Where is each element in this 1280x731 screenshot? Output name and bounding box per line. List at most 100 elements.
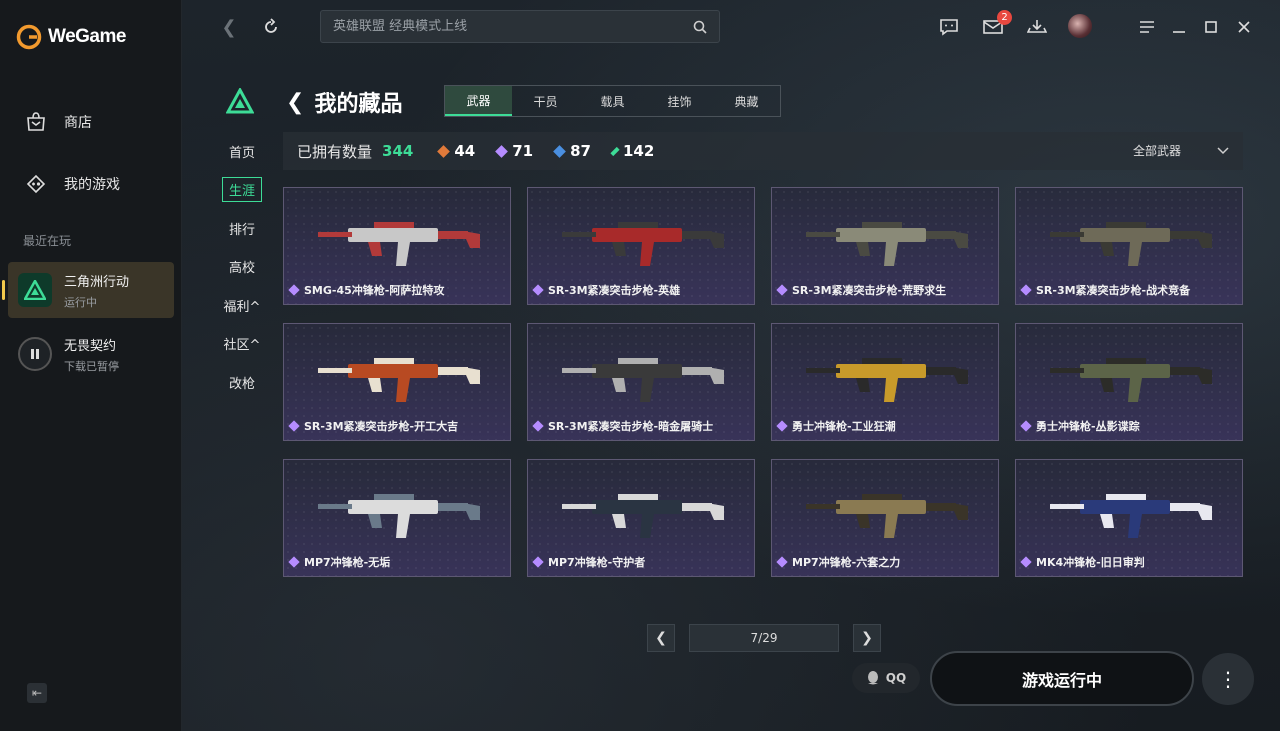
weapon-caption: MK4冲锋枪-旧日审判	[1020, 554, 1145, 570]
search-icon[interactable]	[693, 20, 707, 34]
rarity-green-count: 142	[610, 142, 654, 160]
weapon-card[interactable]: SR-3M紧凑突击步枪-开工大吉	[283, 323, 511, 441]
rarity-gem-icon	[776, 420, 788, 432]
qq-button[interactable]: QQ	[852, 663, 920, 693]
refresh-icon[interactable]	[260, 16, 282, 38]
back-arrow-icon[interactable]: ❮	[218, 16, 240, 38]
weapon-grid: SMG-45冲锋枪-阿萨拉特攻 SR-3M紧凑突击步枪-英雄 SR-3M紧凑突击步枪…	[283, 187, 1243, 577]
shopping-bag-icon	[27, 112, 45, 131]
active-indicator	[2, 280, 5, 300]
page-back-icon[interactable]: ❮	[286, 90, 304, 115]
rarity-gem-icon	[1020, 420, 1032, 432]
tab-operators[interactable]: 干员	[512, 86, 579, 116]
weapon-image	[562, 358, 724, 402]
weapon-card[interactable]: 勇士冲锋枪-工业狂潮	[771, 323, 999, 441]
nav-my-games-label: 我的游戏	[64, 177, 120, 193]
weapon-card[interactable]: MP7冲锋枪-无垢	[283, 459, 511, 577]
tab-collection[interactable]: 典藏	[713, 86, 780, 116]
tab-charms[interactable]: 挂饰	[646, 86, 713, 116]
rarity-gem-icon	[532, 556, 544, 568]
wegame-logo[interactable]: WeGame	[16, 24, 126, 50]
maximize-icon[interactable]	[1200, 16, 1222, 38]
weapon-card[interactable]: SMG-45冲锋枪-阿萨拉特攻	[283, 187, 511, 305]
weapon-name: MP7冲锋枪-守护者	[548, 556, 646, 569]
more-options-icon[interactable]: ⋮	[1202, 653, 1254, 705]
gamepad-icon	[26, 174, 46, 194]
tab-weapons[interactable]: 武器	[445, 86, 512, 116]
weapon-image	[318, 222, 480, 266]
delta-force-logo-icon[interactable]	[226, 88, 254, 114]
recent-title: 最近在玩	[23, 234, 72, 248]
weapon-name: 勇士冲锋枪-丛影谍踪	[1036, 420, 1140, 433]
recent-game-delta-force[interactable]: 三角洲行动 运行中	[8, 262, 174, 318]
rarity-gem-icon	[1020, 284, 1032, 296]
collapse-sidebar-icon[interactable]: ⇤	[27, 683, 47, 703]
subnav-home[interactable]: 首页	[212, 132, 272, 171]
weapon-card[interactable]: MK4冲锋枪-旧日审判	[1015, 459, 1243, 577]
subnav-college[interactable]: 高校	[212, 248, 272, 287]
menu-icon[interactable]	[1136, 16, 1158, 38]
subnav-ranking[interactable]: 排行	[212, 209, 272, 248]
game-running-button[interactable]: 游戏运行中	[930, 651, 1194, 706]
minimize-icon[interactable]	[1168, 16, 1190, 38]
weapon-image	[806, 358, 968, 402]
nav-store-label: 商店	[64, 115, 92, 131]
rarity-purple-count: 71	[495, 142, 533, 160]
weapon-caption: SMG-45冲锋枪-阿萨拉特攻	[288, 282, 444, 298]
subnav-community[interactable]: 社区^	[212, 325, 272, 364]
nav-my-games[interactable]: 我的游戏	[0, 164, 182, 204]
page-indicator: 7/29	[689, 624, 839, 652]
recent-game-status: 下载已暂停	[64, 359, 119, 373]
weapon-card[interactable]: MP7冲锋枪-六套之力	[771, 459, 999, 577]
weapon-card[interactable]: SR-3M紧凑突击步枪-荒野求生	[771, 187, 999, 305]
chat-icon[interactable]	[938, 16, 960, 38]
next-page-button[interactable]: ❯	[853, 624, 881, 652]
rarity-gem-icon	[532, 420, 544, 432]
weapon-card[interactable]: SR-3M紧凑突击步枪-暗金屠骑士	[527, 323, 755, 441]
rarity-gem-icon	[288, 556, 300, 568]
weapon-caption: MP7冲锋枪-守护者	[532, 554, 646, 570]
recent-game-name: 无畏契约	[64, 338, 117, 354]
weapon-card[interactable]: MP7冲锋枪-守护者	[527, 459, 755, 577]
weapon-image	[1050, 222, 1212, 266]
weapon-caption: SR-3M紧凑突击步枪-开工大吉	[288, 418, 458, 434]
weapon-image	[318, 494, 480, 538]
weapon-caption: 勇士冲锋枪-丛影谍踪	[1020, 418, 1140, 434]
weapon-name: MP7冲锋枪-六套之力	[792, 556, 901, 569]
weapon-image	[1050, 494, 1212, 538]
search-input[interactable]	[333, 19, 693, 34]
ownership-stats: 已拥有数量 344 44 71 87 142 全部武器	[283, 132, 1243, 170]
tab-vehicles[interactable]: 载具	[579, 86, 646, 116]
weapon-caption: SR-3M紧凑突击步枪-荒野求生	[776, 282, 947, 298]
rarity-purple-icon	[495, 144, 509, 158]
weapon-card[interactable]: SR-3M紧凑突击步枪-英雄	[527, 187, 755, 305]
recent-game-valorant[interactable]: 无畏契约 下载已暂停	[8, 326, 174, 382]
mail-icon[interactable]: 2	[982, 10, 1012, 38]
weapon-image	[1050, 358, 1212, 402]
weapon-name: SR-3M紧凑突击步枪-荒野求生	[792, 284, 947, 297]
recent-game-name: 三角洲行动	[64, 274, 130, 290]
weapon-filter-dropdown[interactable]: 全部武器	[1133, 142, 1229, 159]
subnav-welfare[interactable]: 福利^	[212, 286, 272, 325]
collection-tabs: 武器 干员 载具 挂饰 典藏	[444, 85, 781, 117]
weapon-image	[806, 222, 968, 266]
left-sidebar: WeGame 商店 我的游戏 最近在玩 三角洲行动 运行中 无畏契约 下载已暂停…	[0, 0, 182, 731]
weapon-card[interactable]: 勇士冲锋枪-丛影谍踪	[1015, 323, 1243, 441]
subnav-career[interactable]: 生涯	[212, 171, 272, 210]
weapon-card[interactable]: SR-3M紧凑突击步枪-战术竞备	[1015, 187, 1243, 305]
weapon-image	[562, 222, 724, 266]
qq-penguin-icon	[867, 671, 878, 685]
weapon-image	[806, 494, 968, 538]
search-bar[interactable]	[320, 10, 720, 43]
download-icon[interactable]	[1026, 16, 1048, 38]
app-name: WeGame	[48, 26, 126, 47]
nav-store[interactable]: 商店	[0, 102, 182, 142]
prev-page-button[interactable]: ❮	[647, 624, 675, 652]
mail-badge: 2	[997, 10, 1012, 25]
wegame-logo-icon	[16, 24, 42, 50]
weapon-image	[318, 358, 480, 402]
user-avatar[interactable]	[1068, 14, 1092, 38]
close-icon[interactable]	[1233, 16, 1255, 38]
subnav-gunsmith[interactable]: 改枪	[212, 363, 272, 402]
top-bar: ❮ 2	[182, 0, 1280, 54]
